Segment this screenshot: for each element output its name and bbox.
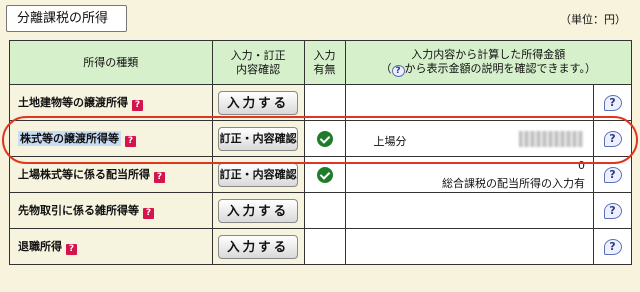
header-entered: 入力 有無	[303, 40, 346, 85]
amount-note: 総合課税の配当所得の入力有	[442, 177, 585, 190]
section-title: 分離課税の所得	[6, 5, 127, 32]
input-button[interactable]: 入力する	[218, 198, 299, 223]
income-type-label: 土地建物等の譲渡所得	[18, 96, 128, 109]
check-icon	[316, 130, 333, 147]
help-bubble-icon[interactable]: ?	[603, 166, 622, 183]
amount-value: 0	[578, 159, 585, 172]
income-table: 所得の種類 入力・訂正 内容確認 入力 有無 入力内容から計算した所得金額 （? から…	[9, 40, 633, 265]
check-icon	[316, 166, 333, 183]
amount-cell	[344, 228, 595, 265]
amount-cell	[344, 192, 595, 229]
question-badge-icon[interactable]: ?	[143, 208, 154, 219]
correct-confirm-button[interactable]: 訂正・内容確認	[218, 126, 299, 151]
help-bubble-icon[interactable]: ?	[603, 130, 622, 147]
income-type-label: 株式等の譲渡所得等	[18, 131, 121, 146]
correct-confirm-button[interactable]: 訂正・内容確認	[218, 162, 299, 187]
amount-cell: 上場分	[344, 120, 595, 157]
header-type: 所得の種類	[9, 40, 213, 85]
table-row: 上場株式等に係る配当所得? 訂正・内容確認 0 総合課税の配当所得の入力有 ?	[9, 156, 632, 193]
table-row: 退職所得? 入力する ?	[9, 228, 632, 265]
header-amount: 入力内容から計算した所得金額 （? から表示金額の説明を確認できます。）	[344, 40, 633, 85]
header-input: 入力・訂正 内容確認	[211, 40, 305, 85]
question-badge-icon[interactable]: ?	[154, 172, 165, 183]
question-badge-icon[interactable]: ?	[132, 100, 143, 111]
income-type-label: 先物取引に係る雑所得等	[18, 204, 139, 217]
entered-indicator	[303, 228, 346, 265]
question-badge-icon[interactable]: ?	[66, 244, 77, 255]
table-row: 土地建物等の譲渡所得? 入力する ?	[9, 84, 632, 121]
question-badge-icon[interactable]: ?	[125, 136, 136, 147]
table-row: 株式等の譲渡所得等? 訂正・内容確認 上場分 ?	[9, 120, 632, 157]
income-type-label: 退職所得	[18, 240, 62, 253]
input-button[interactable]: 入力する	[218, 234, 299, 259]
input-button[interactable]: 入力する	[218, 90, 299, 115]
entered-indicator	[303, 192, 346, 229]
blurred-amount	[519, 131, 583, 147]
help-bubble-icon[interactable]: ?	[603, 238, 622, 255]
help-bubble-icon[interactable]: ?	[603, 202, 622, 219]
table-row: 先物取引に係る雑所得等? 入力する ?	[9, 192, 632, 229]
amount-cell	[344, 84, 595, 121]
amount-cell: 0 総合課税の配当所得の入力有	[344, 156, 595, 193]
amount-label: 上場分	[373, 135, 407, 148]
help-icon: ?	[391, 65, 405, 77]
unit-note: （単位：円）	[560, 13, 626, 26]
entered-indicator	[303, 84, 346, 121]
help-bubble-icon[interactable]: ?	[603, 94, 622, 111]
income-type-label: 上場株式等に係る配当所得	[18, 168, 150, 181]
